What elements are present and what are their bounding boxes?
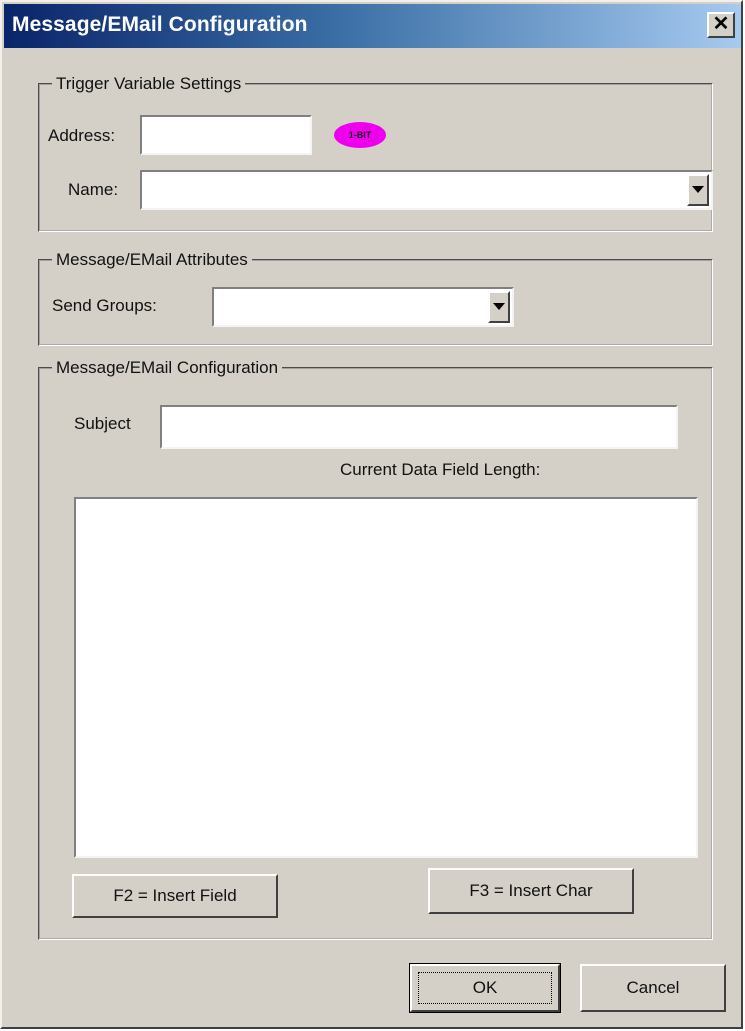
address-label: Address: xyxy=(48,126,116,145)
one-bit-badge: 1-BIT xyxy=(334,122,386,148)
trigger-group-legend: Trigger Variable Settings xyxy=(56,74,242,93)
send-groups-dropdown-button[interactable] xyxy=(488,291,510,323)
insert-char-button[interactable]: F3 = Insert Char xyxy=(428,868,634,914)
ok-button[interactable]: OK xyxy=(409,963,561,1013)
insert-field-button[interactable]: F2 = Insert Field xyxy=(72,874,278,918)
message-email-config-dialog: Message/EMail Configuration ✕ Trigger Va… xyxy=(0,0,743,1029)
window-title: Message/EMail Configuration xyxy=(12,13,308,36)
cancel-button[interactable]: Cancel xyxy=(580,964,726,1012)
insert-field-button-label: F2 = Insert Field xyxy=(113,886,237,905)
ok-button-label: OK xyxy=(472,978,498,997)
current-data-field-length-label: Current Data Field Length: xyxy=(340,460,541,479)
send-groups-label: Send Groups: xyxy=(52,296,157,315)
send-groups-combobox[interactable] xyxy=(212,287,514,327)
chevron-down-icon xyxy=(692,186,704,193)
chevron-down-icon xyxy=(493,303,505,310)
name-label: Name: xyxy=(68,180,119,199)
message-body-textarea[interactable] xyxy=(74,497,698,858)
attributes-group-legend: Message/EMail Attributes xyxy=(56,250,248,269)
cancel-button-label: Cancel xyxy=(626,978,680,997)
insert-char-button-label: F3 = Insert Char xyxy=(469,881,593,900)
name-combobox[interactable] xyxy=(140,170,713,210)
subject-input[interactable] xyxy=(160,405,678,449)
close-icon: ✕ xyxy=(712,13,730,35)
name-dropdown-button[interactable] xyxy=(687,174,709,206)
title-bar[interactable]: Message/EMail Configuration ✕ xyxy=(4,4,741,48)
subject-label: Subject xyxy=(74,414,131,433)
address-input[interactable] xyxy=(140,115,312,155)
config-group-legend: Message/EMail Configuration xyxy=(56,358,279,377)
close-button[interactable]: ✕ xyxy=(707,12,735,38)
